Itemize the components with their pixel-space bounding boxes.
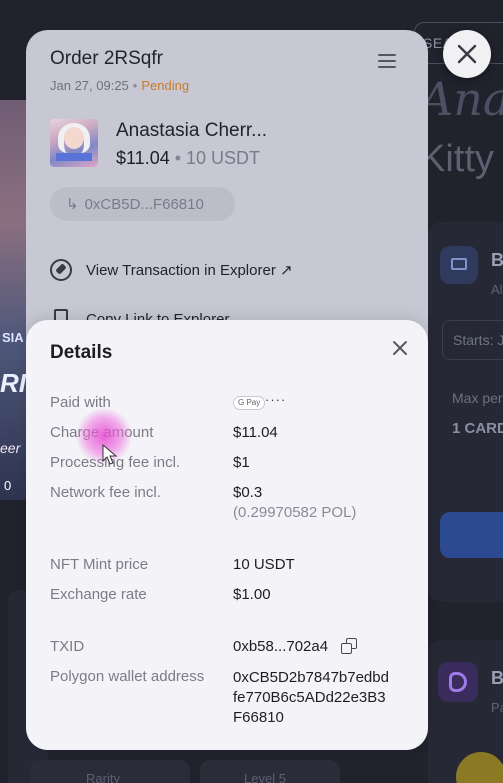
- wallet-line-1: 0xCB5D2b7847b7edbd: [233, 669, 389, 686]
- art-text-2: RI: [0, 368, 26, 398]
- processing-fee-value: $1: [233, 454, 250, 471]
- nft-name: Anastasia Cherr...: [116, 120, 268, 141]
- card-subheading: Al: [491, 282, 503, 297]
- wallet-address-label: Polygon wallet address: [50, 668, 205, 685]
- copy-icon[interactable]: [341, 638, 357, 654]
- txid-label: TXID: [50, 638, 85, 655]
- txid-value: 0xb58...702a4: [233, 638, 329, 655]
- art-text-3: eer: [0, 440, 21, 456]
- card2-heading: B: [491, 668, 503, 688]
- processing-fee-label: Processing fee incl.: [50, 454, 181, 471]
- mint-price-label: NFT Mint price: [50, 556, 149, 573]
- art-text-4: 0: [4, 478, 12, 493]
- starts-field: Starts: J: [442, 320, 503, 360]
- wallet-line-2: fe770B6c5ADd22e3B3: [233, 689, 386, 706]
- menu-icon[interactable]: [378, 54, 396, 68]
- order-title: Order 2RSqfr: [50, 48, 163, 69]
- gpay-icon: G Pay: [233, 396, 266, 410]
- max-per-value: 1 CARD: [452, 420, 503, 437]
- address-chip[interactable]: ↳ 0xCB5D...F66810: [50, 187, 235, 221]
- brand-logo-icon: [438, 662, 478, 702]
- background-primary-button: [440, 512, 503, 558]
- compass-icon: [50, 259, 72, 281]
- details-title: Details: [50, 342, 113, 363]
- network-fee-value: $0.3: [233, 484, 263, 501]
- view-in-explorer-label: View Transaction in Explorer ↗: [86, 262, 293, 279]
- charge-value: $11.04: [233, 424, 278, 441]
- txid-value-wrap: 0xb58...702a4: [233, 638, 357, 655]
- network-fee-label: Network fee incl.: [50, 484, 161, 501]
- charge-label: Charge amount: [50, 424, 154, 441]
- card-heading: B: [491, 250, 503, 270]
- paid-with-label: Paid with: [50, 394, 111, 411]
- card-masked-dots: ····: [265, 392, 287, 407]
- close-icon: [457, 44, 477, 64]
- background-subtitle: Kitty: [420, 138, 494, 180]
- wallet-card-icon: [440, 246, 478, 284]
- status-badge: Pending: [141, 78, 190, 93]
- max-per-label: Max per: [452, 390, 503, 406]
- card2-subheading: Pa: [491, 700, 503, 715]
- scroll-fade: [26, 720, 428, 750]
- price-usd: $11.04: [116, 148, 170, 168]
- rarity-chip: Rarity: [30, 760, 190, 783]
- background-title: Anas: [420, 72, 503, 126]
- address-short: 0xCB5D...F66810: [84, 196, 204, 213]
- price-usdt: 10 USDT: [186, 148, 261, 168]
- nft-thumbnail: [50, 119, 98, 167]
- art-text-1: SIA: [2, 330, 24, 345]
- return-arrow-icon: ↳: [66, 196, 79, 213]
- close-overlay-button[interactable]: [443, 30, 491, 78]
- mint-price-value: 10 USDT: [233, 556, 295, 573]
- level-chip: Level 5: [200, 760, 340, 783]
- order-meta: Jan 27, 09:25 • Pending: [50, 78, 190, 93]
- close-icon[interactable]: [392, 340, 408, 356]
- details-sheet: Details Paid with G Pay ···· Charge amou…: [26, 320, 428, 750]
- exchange-rate-label: Exchange rate: [50, 586, 147, 603]
- exchange-rate-value: $1.00: [233, 586, 271, 603]
- network-fee-pol: (0.29970582 POL): [233, 504, 357, 521]
- order-sheet: Order 2RSqfr Jan 27, 09:25 • Pending Anast…: [26, 30, 428, 360]
- nft-price: $11.04 • 10 USDT: [116, 148, 261, 168]
- wallet-address-value[interactable]: 0xCB5D2b7847b7edbd fe770B6c5ADd22e3B3 F6…: [233, 668, 389, 728]
- order-date: Jan 27, 09:25: [50, 78, 129, 93]
